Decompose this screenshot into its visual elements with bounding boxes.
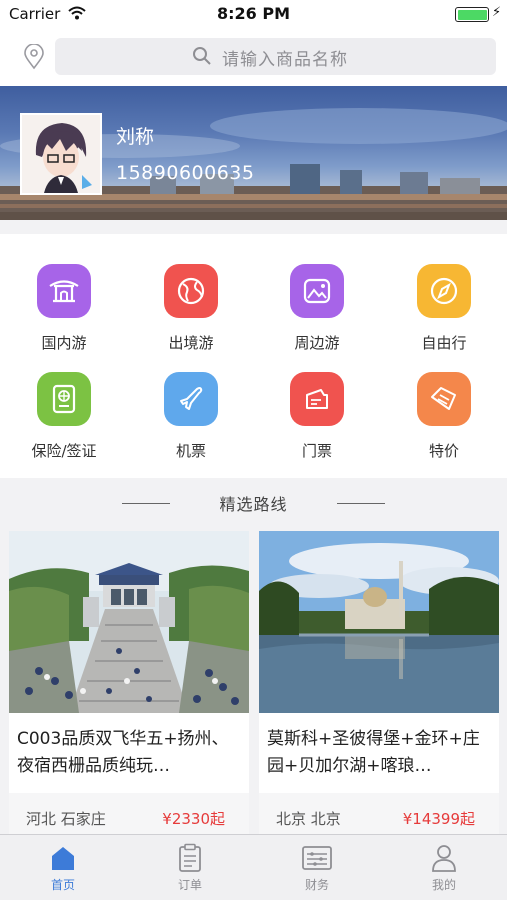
airplane-icon xyxy=(164,372,218,426)
category-label: 机票 xyxy=(175,442,206,460)
tab-label: 财务 xyxy=(304,878,329,892)
search-icon xyxy=(193,47,211,65)
category-insurance-visa[interactable]: 保险/签证 xyxy=(14,372,114,461)
category-admission-tickets[interactable]: 门票 xyxy=(267,372,367,461)
route-photo xyxy=(9,531,249,713)
home-icon xyxy=(23,842,103,874)
category-label: 出境游 xyxy=(168,334,214,352)
route-price: ¥2330起 xyxy=(162,810,225,828)
finance-icon xyxy=(277,842,357,874)
landscape-icon xyxy=(290,264,344,318)
user-name: 刘称 xyxy=(116,126,155,148)
passport-icon xyxy=(37,372,91,426)
category-special-offers[interactable]: 特价 xyxy=(394,372,494,461)
category-label: 门票 xyxy=(301,442,332,460)
route-photo xyxy=(259,531,499,713)
category-label: 自由行 xyxy=(421,334,467,352)
route-title: C003品质双飞华五+扬州、夜宿西栅品质纯玩… xyxy=(17,729,229,776)
location-pin-icon[interactable] xyxy=(22,44,46,70)
charging-bolt-icon: ⚡ xyxy=(492,5,502,20)
route-title: 莫斯科+圣彼得堡+金环+庄园+贝加尔湖+喀琅… xyxy=(267,729,480,776)
status-bar: Carrier 8:26 PM ⚡ xyxy=(0,0,507,28)
avatar[interactable] xyxy=(20,113,102,195)
tab-label: 首页 xyxy=(50,878,75,892)
tab-profile[interactable]: 我的 xyxy=(404,842,484,893)
clock: 8:26 PM xyxy=(216,4,290,23)
category-label: 特价 xyxy=(428,442,459,460)
tab-label: 我的 xyxy=(431,878,456,892)
tab-label: 订单 xyxy=(177,878,202,892)
route-card[interactable]: C003品质双飞华五+扬州、夜宿西栅品质纯玩… 河北 石家庄 ¥2330起 xyxy=(9,531,249,841)
section-title: 精选路线 xyxy=(219,495,288,514)
route-price: ¥14399起 xyxy=(402,810,475,828)
globe-icon xyxy=(164,264,218,318)
category-nearby-travel[interactable]: 周边游 xyxy=(267,264,367,353)
category-domestic-travel[interactable]: 国内游 xyxy=(14,264,114,353)
temple-icon xyxy=(37,264,91,318)
user-phone: 15890600635 xyxy=(116,162,255,184)
search-placeholder: 请输入商品名称 xyxy=(222,50,348,70)
route-location: 河北 石家庄 xyxy=(26,810,106,828)
clipboard-icon xyxy=(150,842,230,874)
battery-icon xyxy=(455,7,489,22)
category-label: 国内游 xyxy=(41,334,87,352)
user-icon xyxy=(404,842,484,874)
route-card[interactable]: 莫斯科+圣彼得堡+金环+庄园+贝加尔湖+喀琅… 北京 北京 ¥14399起 xyxy=(259,531,499,841)
tab-orders[interactable]: 订单 xyxy=(150,842,230,893)
compass-icon xyxy=(417,264,471,318)
category-outbound-travel[interactable]: 出境游 xyxy=(141,264,241,353)
category-label: 保险/签证 xyxy=(31,442,97,460)
category-free-travel[interactable]: 自由行 xyxy=(394,264,494,353)
ticket-icon xyxy=(290,372,344,426)
category-label: 周边游 xyxy=(294,334,340,352)
tab-finance[interactable]: 财务 xyxy=(277,842,357,893)
title-divider-right xyxy=(337,503,385,504)
tab-home[interactable]: 首页 xyxy=(23,842,103,893)
tag-icon xyxy=(417,372,471,426)
category-air-tickets[interactable]: 机票 xyxy=(141,372,241,461)
route-location: 北京 北京 xyxy=(276,810,341,828)
